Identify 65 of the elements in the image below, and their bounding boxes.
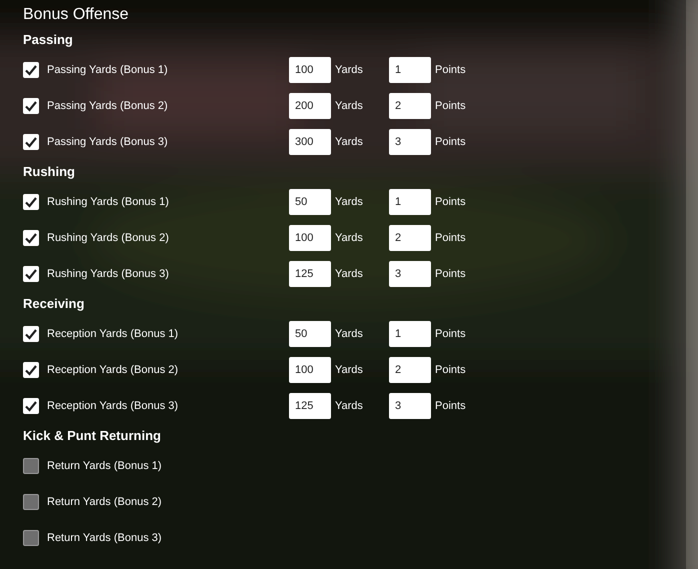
section-title: Bonus Offense (23, 6, 129, 24)
points-field[interactable]: 2 (389, 225, 431, 251)
checkbox[interactable] (23, 266, 39, 282)
option-label: Reception Yards (Bonus 2) (47, 364, 180, 376)
checkbox[interactable] (23, 98, 39, 114)
option-label: Reception Yards (Bonus 1) (47, 328, 180, 340)
checkbox[interactable] (23, 134, 39, 150)
unit-label: Points (435, 232, 466, 244)
points-field[interactable]: 1 (389, 321, 431, 347)
unit-label: Yards (335, 400, 364, 412)
checkbox[interactable] (23, 62, 39, 78)
points-field[interactable]: 2 (389, 357, 431, 383)
yards-field[interactable]: 100 (289, 57, 331, 83)
yards-field[interactable]: 100 (289, 225, 331, 251)
checkbox[interactable] (23, 326, 39, 342)
points-field[interactable]: 1 (389, 57, 431, 83)
unit-label: Points (435, 64, 466, 76)
checkbox[interactable] (23, 194, 39, 210)
group-heading: Receiving (23, 295, 84, 313)
option-label: Rushing Yards (Bonus 2) (47, 232, 170, 244)
unit-label: Yards (335, 196, 364, 208)
option-label: Passing Yards (Bonus 1) (47, 64, 169, 76)
points-field[interactable]: 3 (389, 393, 431, 419)
yards-field[interactable]: 300 (289, 129, 331, 155)
option-label: Passing Yards (Bonus 2) (47, 100, 169, 112)
option-label: Return Yards (Bonus 2) (47, 496, 163, 508)
option-label: Rushing Yards (Bonus 3) (47, 268, 170, 280)
checkbox[interactable] (23, 230, 39, 246)
unit-label: Points (435, 400, 466, 412)
points-field[interactable]: 1 (389, 189, 431, 215)
unit-label: Yards (335, 232, 364, 244)
group-heading: Passing (23, 31, 73, 49)
option-label: Return Yards (Bonus 3) (47, 532, 163, 544)
yards-field[interactable]: 125 (289, 393, 331, 419)
yards-field[interactable]: 50 (289, 321, 331, 347)
checkbox[interactable] (23, 530, 39, 546)
unit-label: Yards (335, 64, 364, 76)
option-label: Reception Yards (Bonus 3) (47, 400, 180, 412)
option-label: Return Yards (Bonus 1) (47, 460, 163, 472)
yards-field[interactable]: 100 (289, 357, 331, 383)
points-field[interactable]: 2 (389, 93, 431, 119)
yards-field[interactable]: 200 (289, 93, 331, 119)
points-field[interactable]: 3 (389, 129, 431, 155)
unit-label: Points (435, 136, 466, 148)
unit-label: Yards (335, 100, 364, 112)
yards-field[interactable]: 125 (289, 261, 331, 287)
unit-label: Points (435, 100, 466, 112)
yards-field[interactable]: 50 (289, 189, 331, 215)
checkbox[interactable] (23, 362, 39, 378)
unit-label: Yards (335, 268, 364, 280)
option-label: Passing Yards (Bonus 3) (47, 136, 169, 148)
option-label: Rushing Yards (Bonus 1) (47, 196, 170, 208)
unit-label: Yards (335, 364, 364, 376)
group-heading: Rushing (23, 163, 75, 181)
group-heading: Kick & Punt Returning (23, 427, 161, 445)
unit-label: Points (435, 364, 466, 376)
checkbox[interactable] (23, 494, 39, 510)
checkbox[interactable] (23, 398, 39, 414)
unit-label: Yards (335, 136, 364, 148)
unit-label: Points (435, 328, 466, 340)
unit-label: Yards (335, 328, 364, 340)
points-field[interactable]: 3 (389, 261, 431, 287)
unit-label: Points (435, 268, 466, 280)
checkbox[interactable] (23, 458, 39, 474)
unit-label: Points (435, 196, 466, 208)
